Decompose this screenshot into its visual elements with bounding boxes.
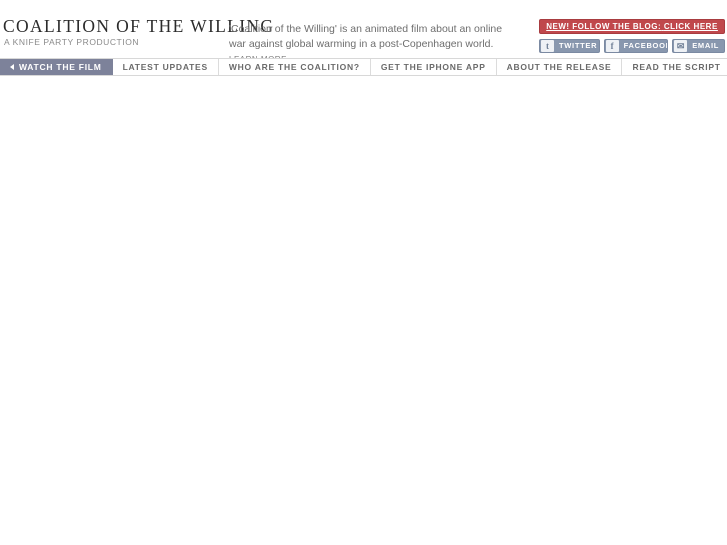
main-navigation: WATCH THE FILM LATEST UPDATES WHO ARE TH…	[0, 58, 727, 76]
social-buttons: t TWITTER f FACEBOOK ✉ EMAIL	[539, 39, 725, 53]
nav-item-who-are-the-coalition[interactable]: WHO ARE THE COALITION?	[218, 59, 371, 75]
page-content	[0, 76, 727, 543]
follow-blog-label: NEW! FOLLOW THE BLOG:	[546, 22, 662, 31]
tagline-line-2: against global warming in a post-Copenha…	[248, 38, 494, 50]
nav-item-watch-the-film[interactable]: WATCH THE FILM	[0, 59, 113, 75]
nav-item-label: ABOUT THE RELEASE	[506, 62, 612, 72]
share-twitter-label: TWITTER	[559, 41, 598, 50]
site-brand[interactable]: COALITION OF THE WILLING A KNIFE PARTY P…	[3, 16, 275, 48]
nav-item-label: READ THE SCRIPT	[632, 62, 721, 72]
nav-item-latest-updates[interactable]: LATEST UPDATES	[112, 59, 219, 75]
nav-item-label: LATEST UPDATES	[122, 62, 208, 72]
share-facebook-button[interactable]: f FACEBOOK	[603, 39, 669, 53]
nav-item-label: WATCH THE FILM	[19, 62, 102, 72]
share-facebook-label: FACEBOOK	[623, 41, 669, 50]
follow-blog-banner[interactable]: NEW! FOLLOW THE BLOG: CLICK HERE	[539, 19, 725, 34]
nav-item-label: WHO ARE THE COALITION?	[228, 62, 360, 72]
share-email-button[interactable]: ✉ EMAIL	[672, 39, 725, 53]
follow-blog-cta: CLICK HERE	[663, 22, 718, 31]
nav-item-label: GET THE IPHONE APP	[380, 62, 486, 72]
nav-item-get-the-iphone-app[interactable]: GET THE IPHONE APP	[370, 59, 497, 75]
share-twitter-button[interactable]: t TWITTER	[539, 39, 600, 53]
twitter-icon: t	[541, 40, 554, 52]
brand-subtitle: A KNIFE PARTY PRODUCTION	[4, 37, 140, 47]
nav-item-about-the-release[interactable]: ABOUT THE RELEASE	[496, 59, 623, 75]
page-title: COALITION OF THE WILLING	[3, 16, 275, 36]
facebook-icon: f	[605, 40, 619, 52]
promo-block: NEW! FOLLOW THE BLOG: CLICK HERE t TWITT…	[539, 19, 725, 53]
site-header: COALITION OF THE WILLING A KNIFE PARTY P…	[0, 0, 727, 64]
nav-item-read-the-script[interactable]: READ THE SCRIPT	[622, 59, 727, 75]
email-icon: ✉	[674, 40, 688, 52]
share-email-label: EMAIL	[692, 41, 720, 50]
play-triangle-icon	[10, 64, 14, 70]
